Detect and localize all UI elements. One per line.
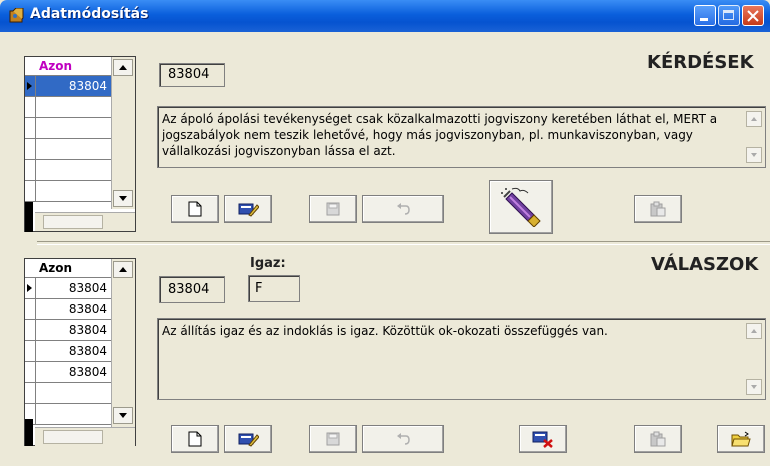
scroll-down-button[interactable] bbox=[113, 407, 133, 424]
grid-header-azon: Azon bbox=[25, 57, 111, 76]
igaz-field[interactable]: F bbox=[248, 275, 300, 302]
new-document-icon bbox=[188, 201, 202, 217]
table-row-empty[interactable] bbox=[25, 181, 111, 202]
grid-header-azon: Azon bbox=[25, 259, 111, 278]
arrow-up-icon bbox=[119, 267, 127, 272]
answer-save-button[interactable] bbox=[309, 425, 357, 453]
memo-scroll-up-button[interactable] bbox=[746, 111, 762, 127]
maximize-button[interactable] bbox=[718, 5, 740, 26]
save-disk-icon bbox=[326, 432, 340, 446]
questions-grid[interactable]: Azon 83804 bbox=[24, 56, 136, 232]
answer-undo-button[interactable] bbox=[362, 425, 444, 453]
row-id: 83804 bbox=[68, 79, 107, 93]
app-icon bbox=[9, 8, 24, 23]
table-row-empty[interactable] bbox=[25, 139, 111, 160]
title-bar[interactable]: Adatmódosítás bbox=[0, 0, 770, 32]
row-id: 83804 bbox=[68, 302, 107, 316]
table-row-empty[interactable] bbox=[25, 404, 111, 425]
question-text: Az ápoló ápolási tevékenységet csak köza… bbox=[162, 112, 718, 158]
answer-new-button[interactable] bbox=[171, 425, 219, 453]
minimize-button[interactable] bbox=[694, 5, 716, 26]
answer-edit-button[interactable] bbox=[224, 425, 272, 453]
memo-scroll-down-button[interactable] bbox=[746, 147, 762, 163]
memo-scrollbar[interactable] bbox=[745, 321, 763, 397]
section-divider bbox=[37, 241, 770, 245]
table-row-empty[interactable] bbox=[25, 383, 111, 404]
undo-icon bbox=[397, 203, 410, 215]
question-text-memo[interactable]: Az ápoló ápolási tevékenységet csak köza… bbox=[157, 106, 766, 168]
row-id: 83804 bbox=[68, 281, 107, 295]
scroll-down-button[interactable] bbox=[113, 190, 133, 207]
table-row-empty[interactable] bbox=[25, 118, 111, 139]
igaz-label: Igaz: bbox=[250, 256, 286, 271]
arrow-down-icon bbox=[119, 413, 127, 418]
question-save-button[interactable] bbox=[309, 195, 357, 223]
arrow-down-icon bbox=[751, 153, 757, 157]
arrow-down-icon bbox=[119, 196, 127, 201]
arrow-up-icon bbox=[119, 65, 127, 70]
question-paste-button[interactable] bbox=[634, 195, 682, 223]
answer-paste-button[interactable] bbox=[634, 425, 682, 453]
table-row[interactable]: 83804 bbox=[25, 362, 111, 383]
memo-scrollbar[interactable] bbox=[745, 109, 763, 165]
answer-delete-button[interactable] bbox=[519, 425, 567, 453]
answer-text: Az állítás igaz és az indoklás is igaz. … bbox=[162, 324, 608, 338]
memo-scroll-up-button[interactable] bbox=[746, 323, 762, 339]
close-button[interactable] bbox=[742, 5, 764, 26]
table-row[interactable]: 83804 bbox=[25, 278, 111, 299]
answer-open-button[interactable] bbox=[717, 425, 765, 453]
undo-icon bbox=[397, 433, 410, 445]
questions-section-title: KÉRDÉSEK bbox=[647, 52, 754, 73]
question-new-button[interactable] bbox=[171, 195, 219, 223]
save-disk-icon bbox=[326, 202, 340, 216]
grid-vertical-scrollbar[interactable] bbox=[111, 259, 135, 427]
paste-clipboard-icon bbox=[650, 431, 666, 447]
scroll-up-button[interactable] bbox=[113, 59, 133, 76]
arrow-up-icon bbox=[751, 329, 757, 333]
paste-clipboard-icon bbox=[650, 201, 666, 217]
table-row[interactable]: 83804 bbox=[25, 341, 111, 362]
window-title: Adatmódosítás bbox=[30, 6, 149, 22]
answer-id-field[interactable]: 83804 bbox=[159, 276, 225, 303]
new-document-icon bbox=[188, 431, 202, 447]
grid-vertical-scrollbar[interactable] bbox=[111, 57, 135, 209]
spray-can-icon bbox=[501, 187, 541, 227]
question-spray-button[interactable] bbox=[489, 180, 553, 234]
question-id-field[interactable]: 83804 bbox=[159, 63, 225, 87]
table-row[interactable]: 83804 bbox=[25, 320, 111, 341]
scroll-thumb[interactable] bbox=[43, 215, 103, 229]
main-window: Adatmódosítás Azon 83804 83804 KÉRDÉSEK … bbox=[0, 0, 770, 466]
open-folder-icon bbox=[731, 431, 751, 447]
row-id: 83804 bbox=[68, 365, 107, 379]
edit-icon bbox=[238, 433, 259, 447]
scroll-thumb[interactable] bbox=[43, 430, 103, 444]
edit-icon bbox=[238, 203, 259, 217]
arrow-down-icon bbox=[751, 385, 757, 389]
scroll-up-button[interactable] bbox=[113, 261, 133, 278]
grid-horizontal-scrollbar[interactable] bbox=[35, 212, 135, 231]
question-undo-button[interactable] bbox=[362, 195, 444, 223]
table-row-empty[interactable] bbox=[25, 160, 111, 181]
table-row-empty[interactable] bbox=[25, 97, 111, 118]
row-id: 83804 bbox=[68, 323, 107, 337]
answers-section-title: VÁLASZOK bbox=[651, 254, 759, 275]
memo-scroll-down-button[interactable] bbox=[746, 379, 762, 395]
answer-text-memo[interactable]: Az állítás igaz és az indoklás is igaz. … bbox=[157, 318, 766, 400]
row-id: 83804 bbox=[68, 344, 107, 358]
grid-horizontal-scrollbar[interactable] bbox=[35, 427, 135, 446]
delete-record-icon bbox=[532, 431, 553, 448]
question-edit-button[interactable] bbox=[224, 195, 272, 223]
close-icon bbox=[747, 10, 759, 22]
table-row[interactable]: 83804 bbox=[25, 299, 111, 320]
table-row[interactable]: 83804 bbox=[25, 76, 111, 97]
answers-grid[interactable]: Azon 83804 83804 83804 83804 83804 bbox=[24, 258, 136, 446]
arrow-up-icon bbox=[751, 117, 757, 121]
